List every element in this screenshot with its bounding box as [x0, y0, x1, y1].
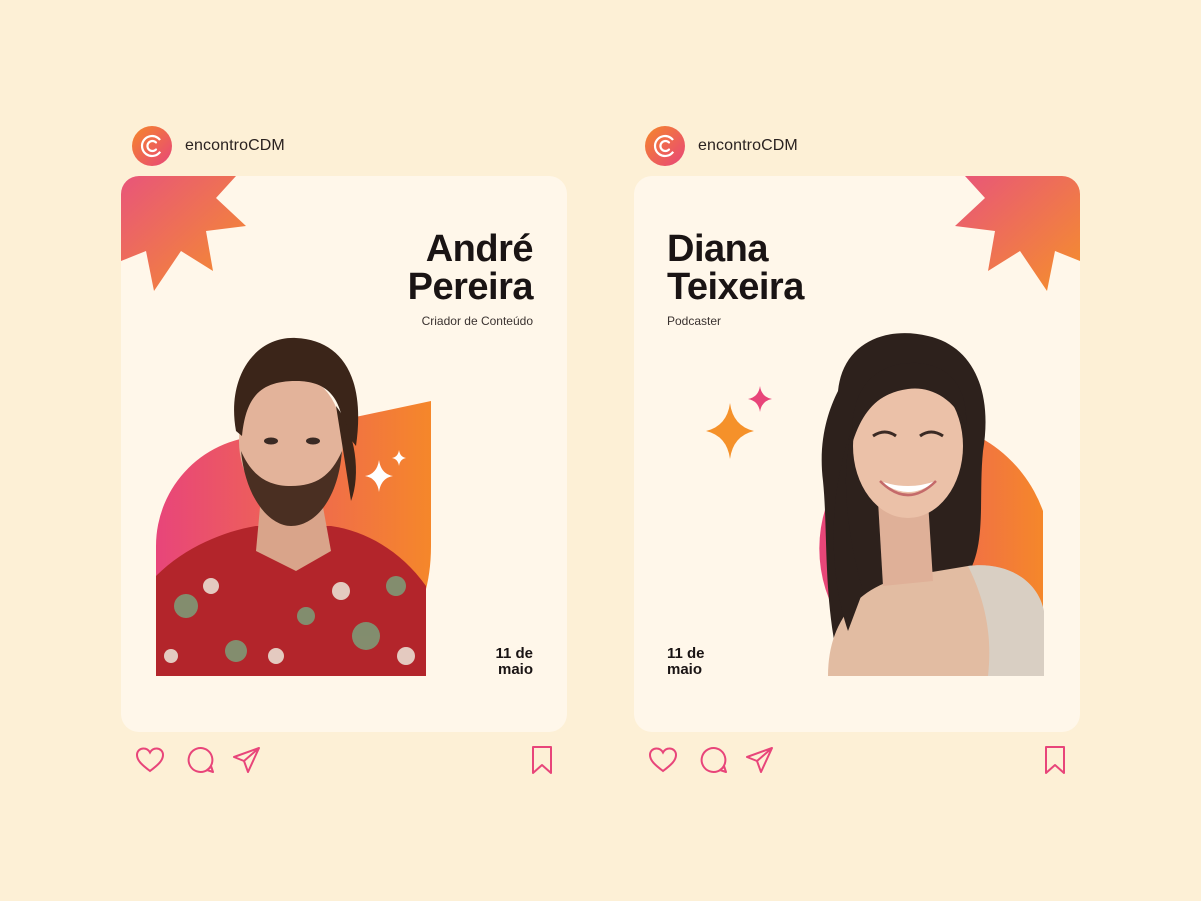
heart-icon[interactable]: [134, 744, 166, 776]
event-date: 11 de maio: [495, 646, 533, 678]
event-date: 11 de maio: [667, 646, 705, 678]
event-date-day: 11 de: [667, 645, 705, 662]
speaker-role: Criador de Conteúdo: [421, 314, 533, 328]
speaker-photo: [156, 336, 436, 681]
post-image[interactable]: Diana Teixeira Podcaster 11 de maio: [634, 176, 1080, 732]
send-icon[interactable]: [744, 744, 776, 776]
starburst-icon: [121, 176, 246, 291]
logo-icon[interactable]: [645, 126, 685, 166]
starburst-icon: [955, 176, 1080, 291]
post-header: encontroCDM: [634, 120, 1080, 172]
sparkle-icon: [365, 450, 406, 492]
speaker-role: Podcaster: [667, 314, 722, 328]
speaker-last-name: Teixeira: [667, 266, 804, 308]
heart-icon[interactable]: [647, 744, 679, 776]
post-header: encontroCDM: [121, 120, 567, 172]
instagram-post-andre: encontroCDM André Pereira Criador de Con…: [121, 120, 567, 792]
speaker-name-block: André Pereira Criador de Conteúdo: [407, 228, 534, 328]
speaker-name-block: Diana Teixeira Podcaster: [667, 230, 804, 328]
bookmark-icon[interactable]: [526, 744, 558, 776]
event-date-month: maio: [497, 661, 533, 678]
account-handle[interactable]: encontroCDM: [185, 137, 285, 155]
post-actions: [634, 732, 1080, 792]
speaker-photo: [768, 331, 1044, 676]
event-date-day: 11 de: [495, 645, 533, 662]
comment-icon[interactable]: [185, 744, 217, 776]
post-image[interactable]: André Pereira Criador de Conteúdo 11 de …: [121, 176, 567, 732]
bookmark-icon[interactable]: [1039, 744, 1071, 776]
comment-icon[interactable]: [698, 744, 730, 776]
post-actions: [121, 732, 567, 792]
speaker-last-name: Pereira: [407, 266, 534, 308]
instagram-post-diana: encontroCDM Diana Teixeira Podcaster 11 …: [634, 120, 1080, 792]
speaker-first-name: André: [425, 228, 534, 270]
send-icon[interactable]: [231, 744, 263, 776]
speaker-first-name: Diana: [667, 228, 768, 270]
event-date-month: maio: [667, 661, 703, 678]
logo-icon[interactable]: [132, 126, 172, 166]
account-handle[interactable]: encontroCDM: [698, 137, 798, 155]
